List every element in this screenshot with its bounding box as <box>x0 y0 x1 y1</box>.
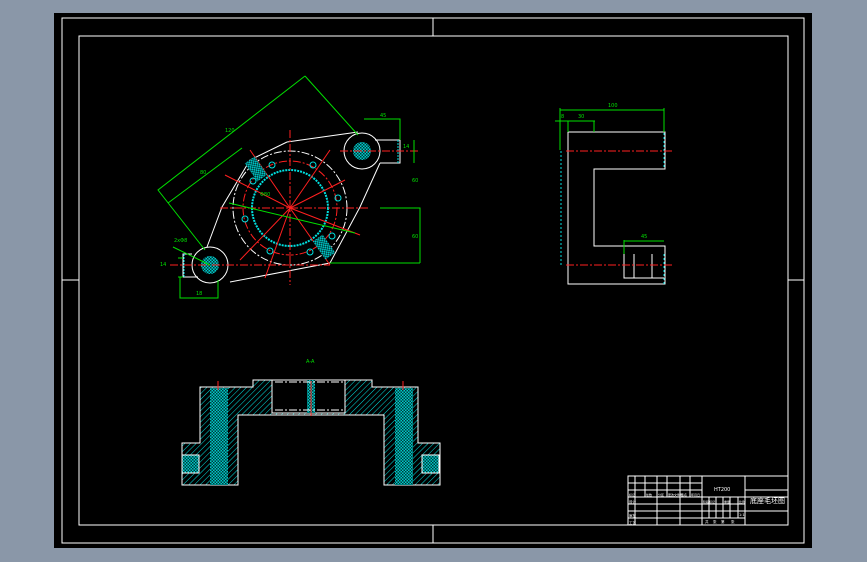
dim-100: 100 <box>608 103 618 109</box>
label-designer: 设计 <box>629 499 637 504</box>
label-stage: 阶段标记 <box>703 499 715 504</box>
dim-80: 80 <box>200 170 206 176</box>
label-weight: 重量 <box>724 499 730 504</box>
dim-60a: 60 <box>412 178 418 184</box>
label-sign: 签名 <box>681 492 687 497</box>
label-date: 年月日 <box>691 492 700 497</box>
part-name: 底座毛坯图 <box>750 496 785 505</box>
label-scale: 比例 <box>739 499 745 504</box>
dim-18: 18 <box>196 291 202 297</box>
scale-value: 1:1 <box>739 513 745 517</box>
dim-45-side: 45 <box>641 234 647 240</box>
material: HT200 <box>714 487 730 493</box>
label-total: 共 <box>705 519 709 524</box>
label-mark: 标记 <box>629 492 635 497</box>
title-block: HT200 底座毛坯图 标记 处数 分区 更改文件号 签名 年月日 设计 审核 … <box>627 475 789 526</box>
side-view-dimensions <box>555 108 665 254</box>
label-sheet: 张 <box>731 519 735 524</box>
dim-60b: 60 <box>412 234 418 240</box>
dim-holes: 2xΦ8 <box>174 238 187 244</box>
dim-120: 120 <box>225 128 235 134</box>
label-process: 工艺 <box>629 520 637 525</box>
dim-14: 14 <box>403 144 409 150</box>
label-count: 处数 <box>646 492 652 497</box>
dim-30: 30 <box>578 114 584 120</box>
top-view: 120 80 Φ80 45 14 2xΦ8 14 60 60 18 <box>157 75 421 299</box>
label-checker: 审核 <box>629 513 637 518</box>
dim-45: 45 <box>380 113 386 119</box>
label-no: 第 <box>721 519 725 524</box>
side-view: 100 8 30 45 <box>555 103 673 285</box>
dim-bore: Φ80 <box>260 192 270 198</box>
section-view: A-A <box>181 359 441 486</box>
label-sheets: 张 <box>713 519 717 524</box>
section-label: A-A <box>306 359 315 365</box>
label-zone: 分区 <box>658 492 664 497</box>
dim-14b: 14 <box>160 262 166 268</box>
dim-8: 8 <box>561 114 564 120</box>
drawing-canvas[interactable]: 120 80 Φ80 45 14 2xΦ8 14 60 60 18 100 8 … <box>54 13 812 548</box>
cad-viewport[interactable]: 120 80 Φ80 45 14 2xΦ8 14 60 60 18 100 8 … <box>54 13 812 548</box>
side-outline <box>567 131 666 285</box>
